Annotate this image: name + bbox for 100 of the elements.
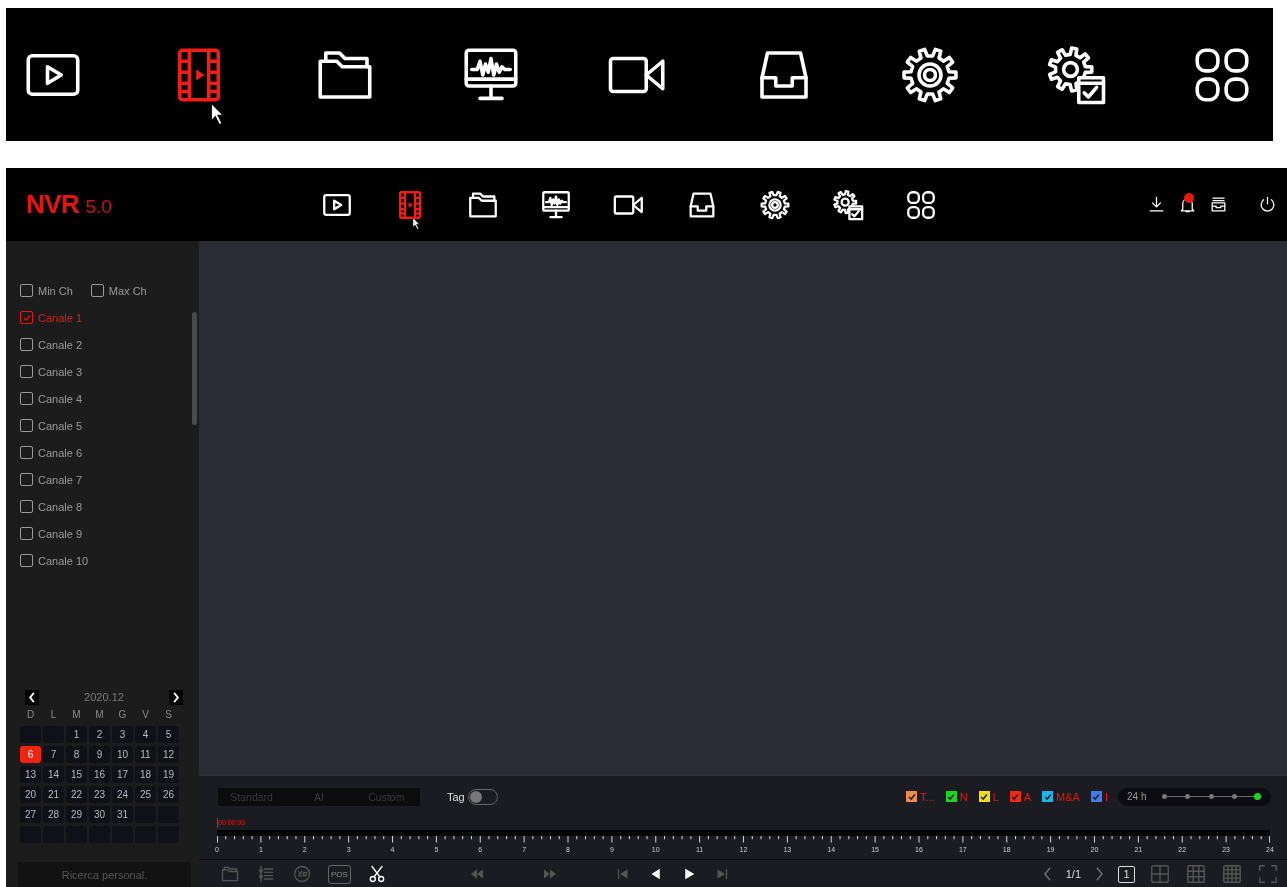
calendar-day[interactable]: 7 <box>43 746 64 763</box>
power-icon[interactable] <box>1258 195 1277 214</box>
calendar-day[interactable]: 3 <box>112 726 133 743</box>
calendar-day[interactable]: 9 <box>89 746 110 763</box>
calendar-day[interactable]: 14 <box>43 766 64 783</box>
calendar-day[interactable]: 29 <box>66 806 87 823</box>
chevron-left-icon <box>27 690 37 704</box>
calendar-day[interactable]: 24 <box>112 786 133 803</box>
legend-checkbox[interactable] <box>1042 791 1054 803</box>
calendar-day[interactable]: 19 <box>158 766 179 783</box>
checkbox-label: Canale 7 <box>38 473 83 486</box>
calendar-day[interactable]: 18 <box>135 766 156 783</box>
logo: NVR <box>26 189 80 220</box>
weekday-label: G <box>117 708 128 722</box>
checkbox[interactable] <box>20 554 33 567</box>
chevron-right-icon <box>171 690 181 704</box>
checkbox[interactable] <box>20 446 33 459</box>
mouse-pointer-icon <box>412 216 421 230</box>
calendar-day[interactable]: 5 <box>158 726 179 743</box>
calendar-day[interactable]: 27 <box>20 806 41 823</box>
checkbox-label: Canale 3 <box>38 365 83 378</box>
calendar-day[interactable]: 2 <box>89 726 110 743</box>
calendar-day[interactable]: 22 <box>66 786 87 803</box>
legend-checkbox[interactable] <box>906 791 917 803</box>
calendar-day[interactable]: 10 <box>112 746 133 763</box>
check-icon <box>1042 791 1053 802</box>
zoom-label: 24 h <box>1127 791 1148 803</box>
gear-icon[interactable] <box>831 187 865 222</box>
calendar-day[interactable]: 8 <box>66 746 87 763</box>
weekday-label: L <box>49 708 58 722</box>
download-icon[interactable] <box>1147 195 1166 214</box>
check-icon <box>21 312 32 323</box>
calendar-day[interactable]: 26 <box>158 786 179 803</box>
legend-label: N <box>959 790 968 803</box>
scrollbar[interactable] <box>192 312 197 425</box>
legend-label: L <box>992 790 999 803</box>
page-indicator: 1/1 <box>1065 867 1081 880</box>
calendar-day[interactable]: 4 <box>135 726 156 743</box>
checkbox-label: Canale 4 <box>38 392 83 405</box>
check-icon <box>979 791 990 802</box>
checkbox[interactable] <box>20 392 33 405</box>
checkbox[interactable] <box>20 338 33 351</box>
checkbox-label: Canale 10 <box>38 554 89 567</box>
checkbox[interactable] <box>20 419 33 432</box>
calendar-day[interactable]: 21 <box>43 786 64 803</box>
weekday-label: V <box>141 708 150 722</box>
next-page-button[interactable] <box>1095 865 1104 882</box>
calendar-day[interactable]: 28 <box>43 806 64 823</box>
timeline-track[interactable] <box>217 830 1270 837</box>
previous-month-button[interactable] <box>25 689 39 705</box>
month-label: 2020.12 <box>84 691 124 703</box>
calendar-day[interactable]: 30 <box>89 806 110 823</box>
calendar-day[interactable]: 23 <box>89 786 110 803</box>
legend-label: T... <box>920 790 935 803</box>
calendar-day[interactable]: 6 <box>20 746 41 763</box>
checkbox-label: Canale 8 <box>38 500 83 513</box>
checkbox[interactable] <box>20 284 33 297</box>
legend-label: I <box>1104 790 1108 803</box>
weekday-label: S <box>164 708 173 722</box>
checkbox-label: Canale 6 <box>38 446 83 459</box>
tag-label: Tag <box>447 790 465 803</box>
calendar-day[interactable]: 17 <box>112 766 133 783</box>
checkbox[interactable] <box>90 284 104 297</box>
legend-checkbox[interactable] <box>1090 791 1102 803</box>
calendar-day[interactable]: 1 <box>66 726 87 743</box>
legend-checkbox[interactable] <box>1009 791 1021 803</box>
checkbox-label: Canale 5 <box>38 419 83 432</box>
archive-icon[interactable] <box>1209 195 1228 214</box>
legend-checkbox[interactable] <box>978 791 990 803</box>
calendar-day[interactable]: 13 <box>20 766 41 783</box>
calendar-day[interactable]: 12 <box>158 746 179 763</box>
legend-label: M&A <box>1056 790 1080 803</box>
check-icon <box>1091 791 1102 802</box>
check-icon <box>946 791 957 802</box>
slider-thumb[interactable] <box>1254 793 1261 801</box>
single-view-button[interactable]: 1 <box>1118 866 1135 884</box>
next-month-button[interactable] <box>169 689 183 705</box>
calendar-day[interactable]: 15 <box>66 766 87 783</box>
calendar-day[interactable]: 31 <box>112 806 133 823</box>
version-label: 5.0 <box>85 196 112 218</box>
checkbox-label: Canale 9 <box>38 527 83 540</box>
calendar-day[interactable]: 25 <box>135 786 156 803</box>
previous-page-button[interactable] <box>1042 865 1052 882</box>
weekday-label: M <box>94 708 105 722</box>
checkbox[interactable] <box>20 527 33 540</box>
checkbox-label: Canale 1 <box>38 311 83 324</box>
calendar-day[interactable]: 16 <box>89 766 110 783</box>
legend-label: A <box>1023 790 1032 803</box>
weekday-label: D <box>25 708 36 722</box>
checkbox[interactable] <box>20 500 33 513</box>
checkbox[interactable] <box>20 365 33 378</box>
checkbox[interactable] <box>20 311 33 324</box>
calendar-day[interactable]: 11 <box>135 746 156 763</box>
legend-checkbox[interactable] <box>945 791 957 803</box>
check-icon <box>1010 791 1021 802</box>
weekday-label: M <box>71 708 82 722</box>
calendar-day[interactable]: 20 <box>20 786 41 803</box>
checkbox-label: Min Ch <box>38 284 73 297</box>
checkbox[interactable] <box>20 473 33 486</box>
check-icon <box>906 791 917 802</box>
